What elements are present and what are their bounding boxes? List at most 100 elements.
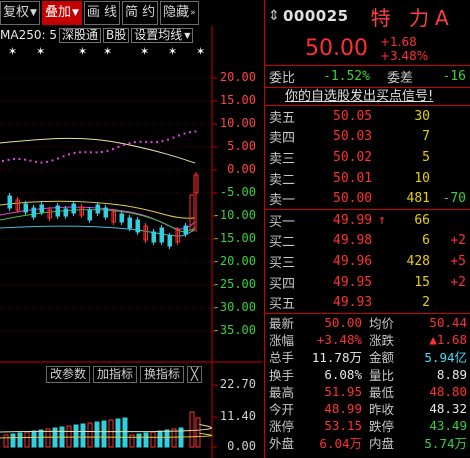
price-change: +1.68 xyxy=(379,34,417,49)
dropdown-arrow-icon: ▼ xyxy=(184,30,191,40)
stat-label: 最高 xyxy=(269,384,295,400)
level-volume: 30 xyxy=(414,108,430,124)
stat-value: 5.74万 xyxy=(424,436,467,452)
candle-body xyxy=(183,225,188,235)
volume-bar xyxy=(38,429,44,448)
candle-body xyxy=(95,204,100,214)
buy-signal-notice[interactable]: 你的自选股发出买点信号! xyxy=(265,88,470,106)
level-label: 卖五 xyxy=(269,110,296,126)
signal-dot xyxy=(57,157,59,160)
signal-dot xyxy=(73,151,76,154)
indicator-row: MA250: 5 深股通 B股 设置均线 ▼ xyxy=(0,26,210,44)
draw-line-button[interactable]: 画 线 xyxy=(83,1,121,25)
level-change: +5 xyxy=(450,253,466,269)
volume-bar xyxy=(122,417,128,448)
volume-bar xyxy=(10,433,16,448)
stat-label: 最低 xyxy=(369,384,395,400)
ma-line-cyan xyxy=(0,225,196,237)
volume-bar xyxy=(136,433,142,448)
signal-dot xyxy=(90,151,92,154)
volume-bar xyxy=(189,411,195,448)
candle-body xyxy=(55,205,60,217)
stat-value: ▲1.68 xyxy=(429,332,467,348)
ask-row[interactable]: 卖一 50.00 481 -70 xyxy=(265,188,470,209)
volume-bar xyxy=(164,429,170,448)
star-marker: ✶ xyxy=(36,45,45,58)
star-marker: ✶ xyxy=(140,45,149,58)
star-marker: ✶ xyxy=(168,45,177,58)
volume-bar xyxy=(3,434,9,448)
stat-value: 6.08% xyxy=(324,366,362,382)
level-price: 50.01 xyxy=(333,170,373,186)
stock-name: 特 力A xyxy=(370,5,455,30)
signal-dot xyxy=(35,160,37,163)
b-share-chip[interactable]: B股 xyxy=(102,27,130,43)
ma-line-white xyxy=(0,137,196,164)
bid-row[interactable]: 买五 49.93 2 xyxy=(265,292,470,313)
ask-row[interactable]: 卖二 50.01 10 xyxy=(265,168,470,189)
stat-value: 43.49 xyxy=(429,418,467,434)
switch-stock-arrows-icon[interactable]: ⇕ xyxy=(265,8,283,24)
stats-row: 总手 11.78万 金额 5.94亿 xyxy=(265,348,470,365)
stat-value: 11.78万 xyxy=(311,350,362,366)
bid-row[interactable]: 买三 49.96 428 +5 xyxy=(265,251,470,272)
level-price: 49.93 xyxy=(333,295,373,311)
dropdown-arrow-icon: ▼ xyxy=(30,8,37,18)
candle-body xyxy=(39,204,44,213)
close-icon[interactable]: ╳ xyxy=(187,366,203,383)
volume-bar xyxy=(108,419,114,448)
price-axis-label: 5.00 xyxy=(227,139,256,153)
quote-header: ⇕ 000025 特 力A xyxy=(265,0,470,32)
volume-bar xyxy=(80,423,86,448)
ask-row[interactable]: 卖四 50.03 7 xyxy=(265,127,470,148)
brief-button[interactable]: 简 约 xyxy=(122,1,159,25)
signal-dot xyxy=(161,140,164,143)
level-price: 49.96 xyxy=(333,253,373,269)
hide-button[interactable]: 隐藏» xyxy=(160,1,199,25)
stats-row: 最新 50.00 均价 50.44 xyxy=(265,314,470,331)
bid-row[interactable]: 买一 49.99 66 ↑ xyxy=(265,210,470,231)
stat-label: 外盘 xyxy=(269,436,295,452)
overlay-button[interactable]: 叠加 ▼ xyxy=(41,1,82,25)
fq-button[interactable]: 复权 ▼ xyxy=(0,1,40,25)
candle-body xyxy=(151,231,156,243)
chart-panel[interactable]: ✶ ✶ ✶ ✶ ✶ ✶ ✶ 复权 ▼ 叠加 ▼ 画 线 简 约 隐藏» MA250: 5 深股通… xyxy=(0,0,263,458)
edit-params-button[interactable]: 改参数 xyxy=(46,366,91,383)
level-price: 50.03 xyxy=(333,129,373,145)
stat-label: 今开 xyxy=(269,401,295,417)
signal-dot xyxy=(145,140,147,143)
weibi-value: -1.52% xyxy=(323,69,370,84)
bid-row[interactable]: 买二 49.98 6 +2 xyxy=(265,231,470,252)
price-axis-label: -30.00 xyxy=(212,300,256,314)
stats-row: 换手 6.08% 量比 8.89 xyxy=(265,366,470,383)
level-price: 50.02 xyxy=(333,149,373,165)
switch-indicator-button[interactable]: 换指标 xyxy=(140,366,185,383)
signal-dot xyxy=(106,149,109,152)
add-indicator-button[interactable]: 加指标 xyxy=(93,366,138,383)
stat-label: 金额 xyxy=(369,350,395,366)
signal-dot xyxy=(128,142,131,145)
price-axis-label: -25.00 xyxy=(212,277,256,291)
star-marker: ✶ xyxy=(78,45,87,58)
ask-row[interactable]: 卖五 50.05 30 xyxy=(265,106,470,127)
bid-row[interactable]: 买四 49.95 15 +2 xyxy=(265,272,470,293)
quote-panel: ⇕ 000025 特 力A 50.00 +1.68 +3.48% 委比 -1.5… xyxy=(264,0,470,458)
stat-label: 内盘 xyxy=(369,436,395,452)
stat-value: 5.94亿 xyxy=(424,350,467,366)
signal-dot xyxy=(68,153,70,156)
ma-setting-dropdown[interactable]: 设置均线 ▼ xyxy=(131,27,194,43)
volume-bar xyxy=(101,420,107,448)
price-axis: 20.00 15.00 10.00 5.00 0.00 -5.00 -10.00 -15.00… xyxy=(212,0,262,458)
volume-bar xyxy=(115,418,121,448)
stat-value: 8.89 xyxy=(436,366,467,382)
price-axis-label: 20.00 xyxy=(219,70,256,84)
candle-body xyxy=(87,209,92,221)
stat-value: 48.99 xyxy=(324,400,362,416)
stats-row: 最高 51.95 最低 48.80 xyxy=(265,383,470,400)
ask-row[interactable]: 卖三 50.02 5 xyxy=(265,147,470,168)
candle-body xyxy=(63,208,68,217)
stat-label: 最新 xyxy=(269,316,295,332)
signal-dot xyxy=(112,148,114,151)
candle-body xyxy=(31,207,36,218)
market-chip[interactable]: 深股通 xyxy=(58,27,101,43)
